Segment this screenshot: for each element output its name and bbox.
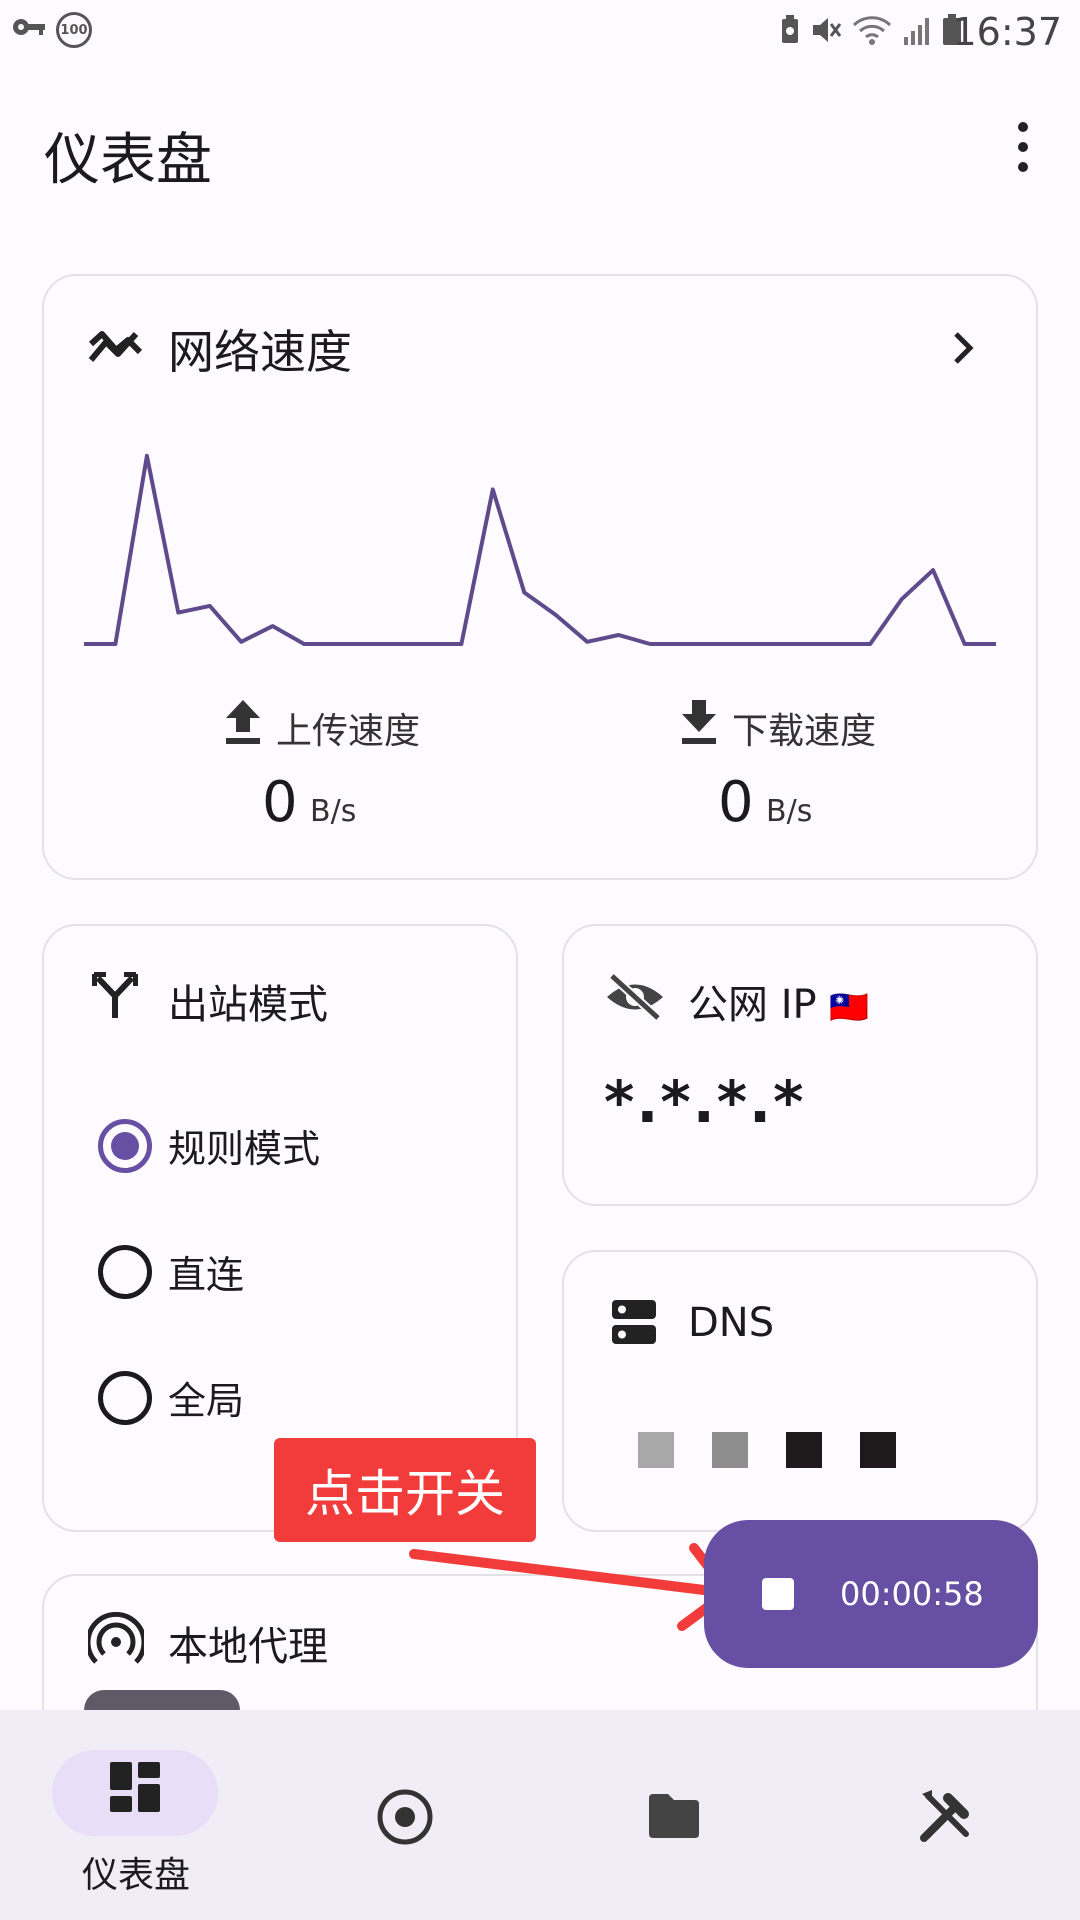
radio-rule[interactable] [98, 1118, 152, 1173]
dns-card[interactable] [562, 1250, 1038, 1532]
folder-icon[interactable] [646, 1792, 702, 1840]
page-title: 仪表盘 [44, 128, 212, 193]
dns-icon [612, 1300, 656, 1344]
public-ip-title: 公网 IP 🇹🇼 [688, 972, 869, 1030]
radio-target-icon[interactable] [376, 1788, 434, 1846]
clock: 16:37 [952, 10, 1062, 54]
connection-timer: 00:00:58 [840, 1575, 984, 1613]
visibility-off-icon[interactable] [604, 972, 666, 1022]
flag-icon: 🇹🇼 [829, 988, 870, 1026]
upload-icon [226, 700, 260, 744]
chevron-right-icon[interactable] [950, 330, 978, 366]
speed-series-line [84, 453, 996, 646]
radio-direct[interactable] [98, 1244, 152, 1299]
dns-title: DNS [688, 1300, 775, 1346]
mode-option-label: 全局 [168, 1379, 245, 1423]
public-ip-card[interactable] [562, 924, 1038, 1206]
hotspot-icon [88, 1612, 144, 1664]
key-icon [13, 19, 45, 35]
upload-unit: B/s [310, 794, 357, 829]
public-ip-label: 公网 IP [688, 982, 817, 1028]
signal-icon [904, 18, 929, 45]
dashboard-icon[interactable] [110, 1762, 160, 1812]
download-value: 0 [718, 770, 754, 835]
mode-option-label: 直连 [168, 1253, 245, 1297]
wifi-icon [852, 16, 892, 45]
mode-option-direct[interactable]: 直连 [98, 1244, 244, 1299]
upload-value: 0 [262, 770, 298, 835]
speed-chart [84, 453, 996, 646]
status-icons [780, 14, 962, 46]
more-vert-icon[interactable] [1008, 122, 1038, 172]
dns-block [786, 1432, 822, 1468]
stop-icon [762, 1578, 794, 1610]
call-split-icon [92, 972, 138, 1018]
dns-block [638, 1432, 674, 1468]
vpn-toggle-button[interactable]: 00:00:58 [704, 1520, 1038, 1668]
mute-icon [813, 18, 842, 42]
nav-dashboard-label[interactable]: 仪表盘 [82, 1846, 190, 1898]
status-bar: 100 16:37 [0, 0, 1080, 70]
mode-option-global[interactable]: 全局 [98, 1370, 244, 1425]
download-icon [682, 700, 716, 744]
upload-label: 上传速度 [276, 711, 421, 752]
download-label: 下载速度 [732, 711, 877, 752]
public-ip-value: *.*.*.* [604, 1068, 806, 1136]
mode-option-label: 规则模式 [168, 1127, 321, 1171]
battery-saver-icon [782, 15, 798, 43]
outbound-title: 出站模式 [168, 982, 328, 1028]
dns-redacted-value [638, 1432, 896, 1468]
network-speed-title: 网络速度 [168, 325, 352, 379]
dns-block [860, 1432, 896, 1468]
download-unit: B/s [766, 794, 813, 829]
dns-block [712, 1432, 748, 1468]
local-proxy-title: 本地代理 [168, 1624, 328, 1670]
mode-option-rule[interactable]: 规则模式 [98, 1118, 320, 1173]
tools-icon[interactable] [918, 1788, 974, 1844]
radio-global[interactable] [98, 1370, 152, 1425]
battery-badge: 100 [56, 12, 92, 48]
annotation-label: 点击开关 [274, 1438, 536, 1542]
trending-icon [88, 331, 143, 362]
